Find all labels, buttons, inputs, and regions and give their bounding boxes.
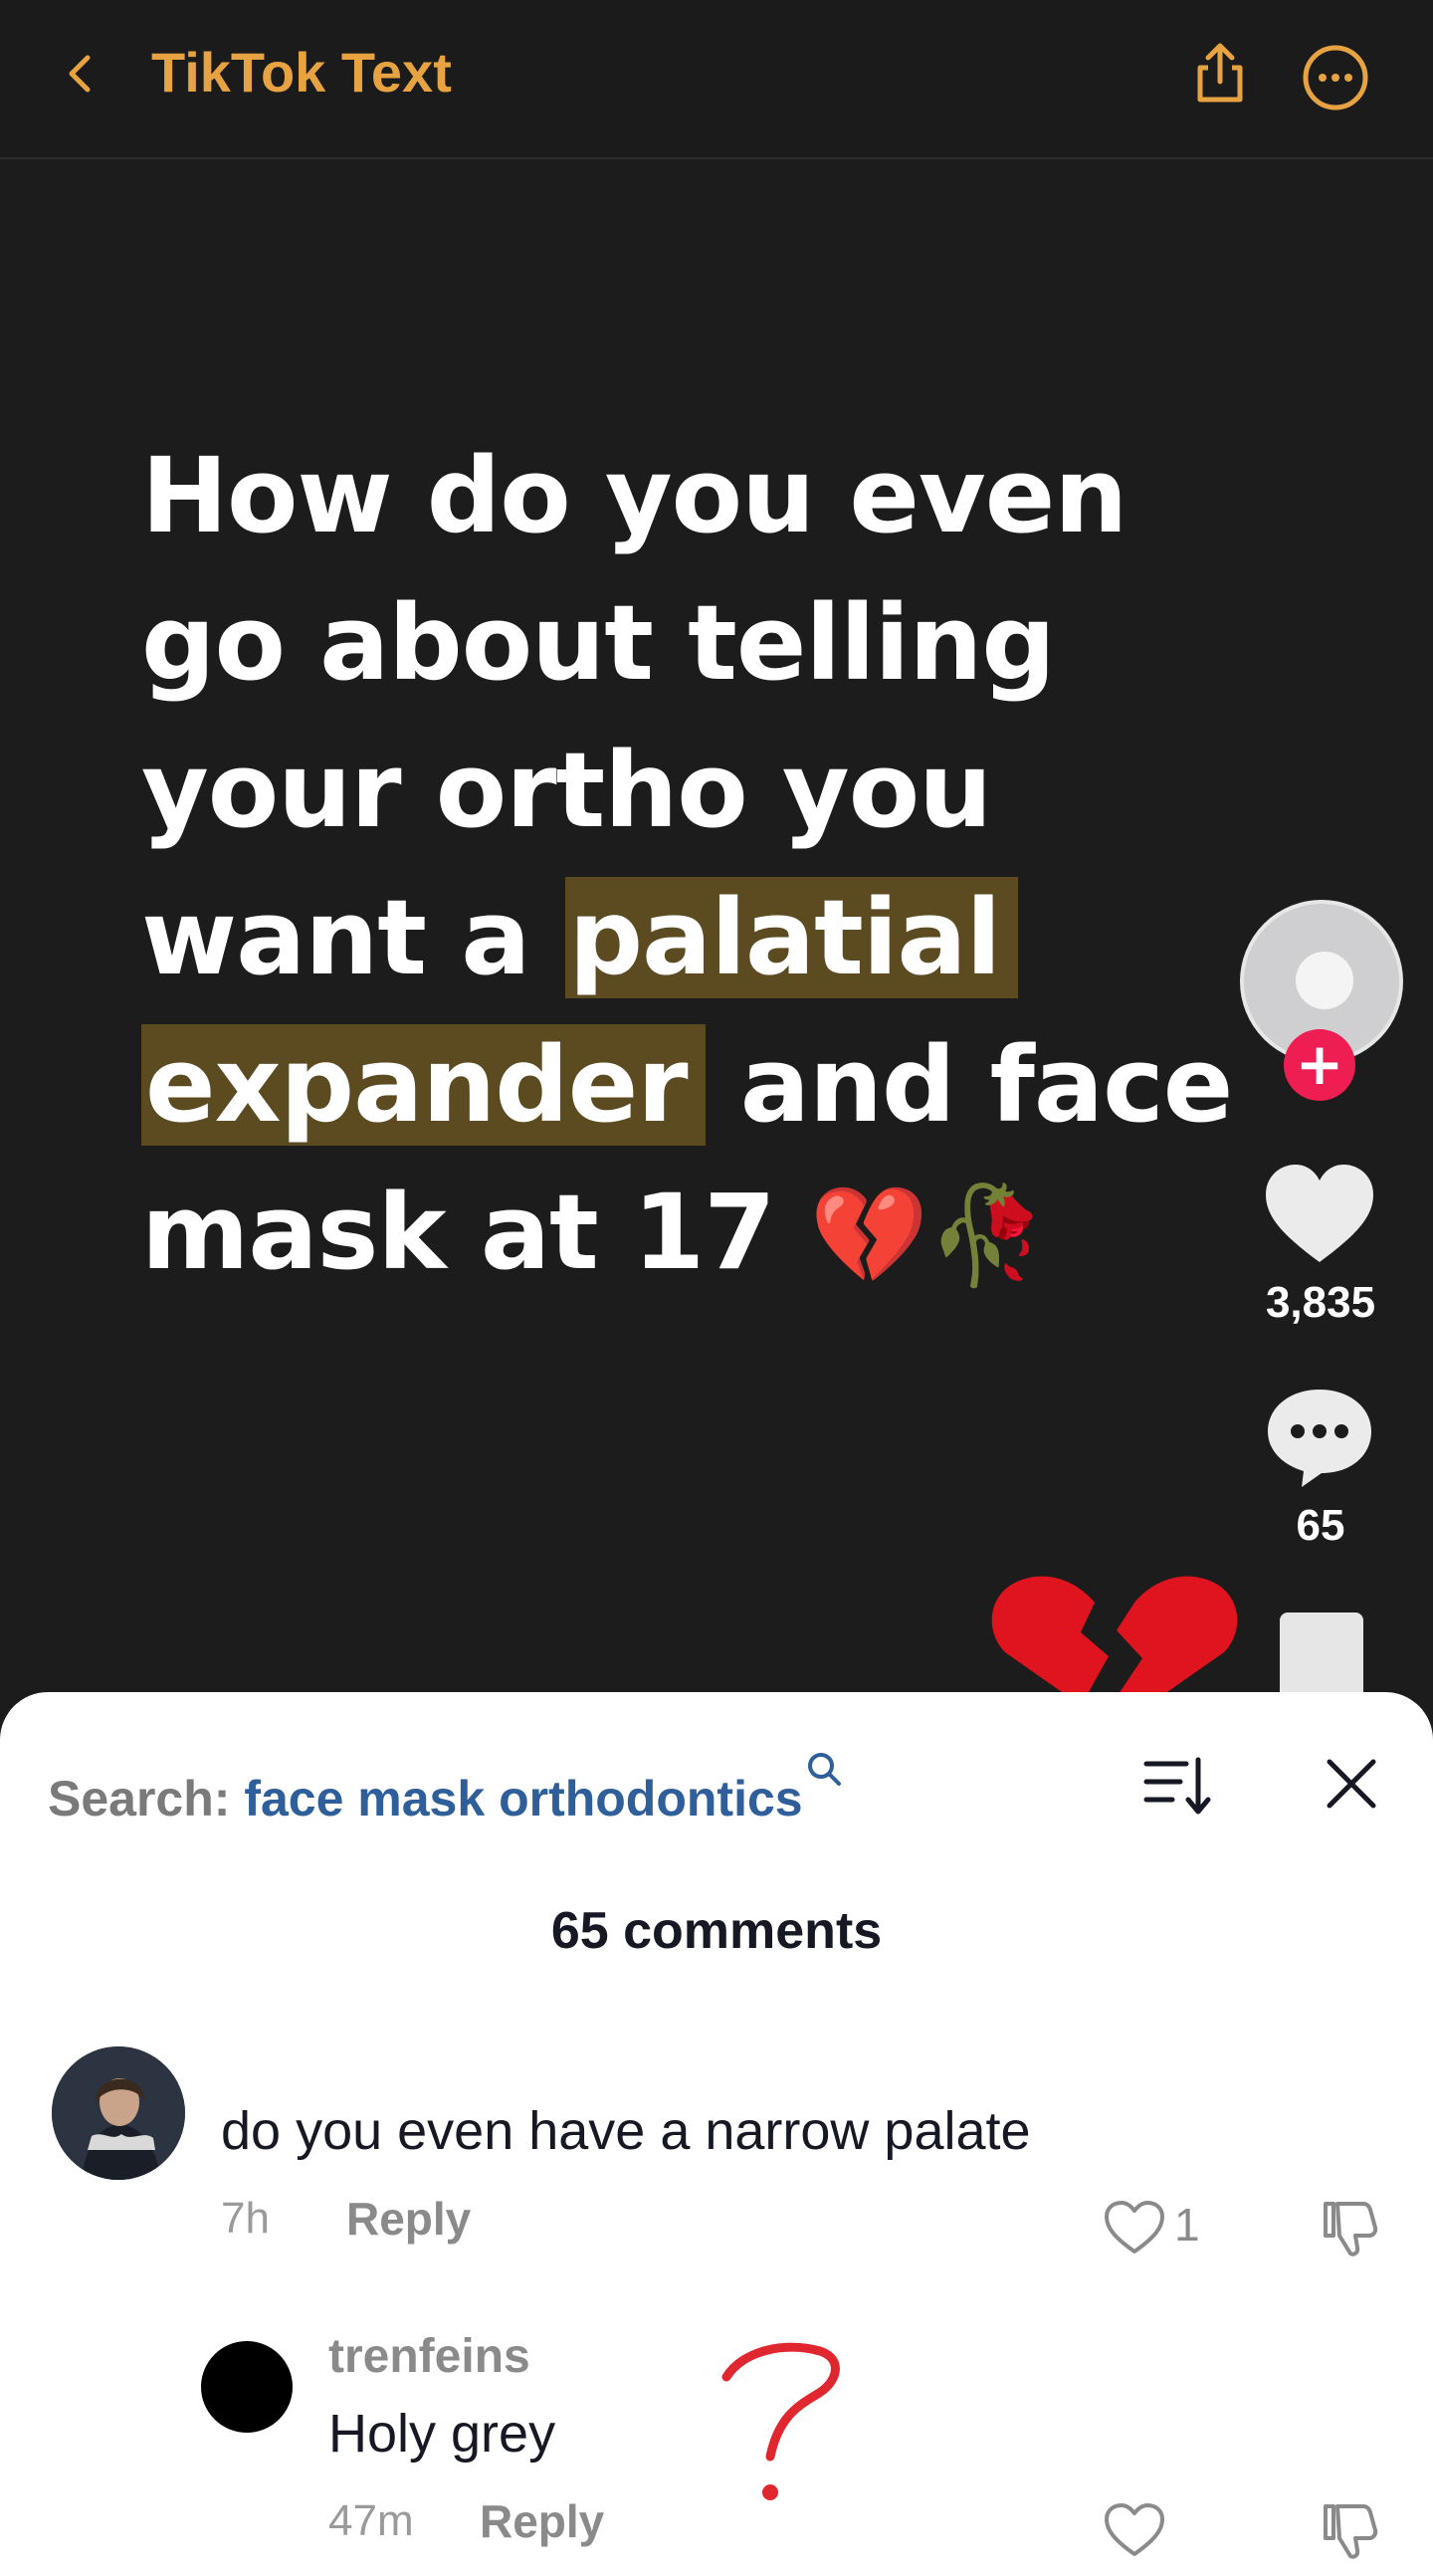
comment-search[interactable]: Search: face mask orthodontics bbox=[48, 1750, 843, 1827]
search-icon[interactable] bbox=[805, 1750, 843, 1788]
chevron-left-icon[interactable] bbox=[60, 52, 103, 96]
thumbs-down-icon[interactable] bbox=[1318, 2498, 1381, 2562]
reply-text: Holy grey bbox=[328, 2404, 556, 2464]
comments-sheet: Search: face mask orthodontics 65 commen… bbox=[0, 1692, 1433, 2576]
caption-emoji: 💔🥀 bbox=[809, 1180, 1047, 1291]
caption-highlight-palatial: palatial bbox=[564, 877, 1019, 998]
heart-outline-icon[interactable] bbox=[1103, 2200, 1166, 2255]
search-term-link[interactable]: face mask orthodontics bbox=[244, 1771, 802, 1826]
comment-count: 65 bbox=[1296, 1501, 1345, 1550]
reply-button[interactable]: Reply bbox=[346, 2192, 471, 2246]
page-title: TikTok Text bbox=[151, 41, 452, 104]
caption-highlight-expander: expander bbox=[141, 1024, 706, 1146]
reply-button[interactable]: Reply bbox=[480, 2494, 604, 2548]
sort-icon[interactable] bbox=[1142, 1754, 1214, 1818]
avatar[interactable] bbox=[201, 2341, 293, 2433]
video-caption: How do you even go about telling your or… bbox=[141, 435, 1233, 1293]
comment-timestamp: 7h bbox=[221, 2194, 270, 2243]
reply-timestamp: 47m bbox=[328, 2496, 414, 2545]
like-count: 3,835 bbox=[1265, 1278, 1376, 1327]
thumbs-down-icon[interactable] bbox=[1318, 2196, 1381, 2259]
comment-like-count: 1 bbox=[1174, 2199, 1200, 2251]
question-mark-annotation bbox=[721, 2342, 840, 2500]
video-player[interactable]: How do you even go about telling your or… bbox=[0, 161, 1433, 1694]
close-icon[interactable] bbox=[1322, 1754, 1381, 1814]
top-bar: TikTok Text bbox=[0, 0, 1433, 159]
heart-outline-icon[interactable] bbox=[1103, 2502, 1166, 2558]
comment-bubble-icon[interactable] bbox=[1264, 1386, 1375, 1491]
more-options-icon[interactable] bbox=[1300, 42, 1371, 113]
comments-count-heading: 65 comments bbox=[550, 1902, 883, 1960]
avatar[interactable] bbox=[52, 2046, 185, 2180]
share-icon[interactable] bbox=[1184, 38, 1256, 109]
heart-icon[interactable] bbox=[1262, 1163, 1377, 1266]
comment-text: do you even have a narrow palate bbox=[221, 2101, 1031, 2161]
reply-username[interactable]: trenfeins bbox=[328, 2329, 530, 2384]
follow-button[interactable]: + bbox=[1284, 1029, 1355, 1101]
